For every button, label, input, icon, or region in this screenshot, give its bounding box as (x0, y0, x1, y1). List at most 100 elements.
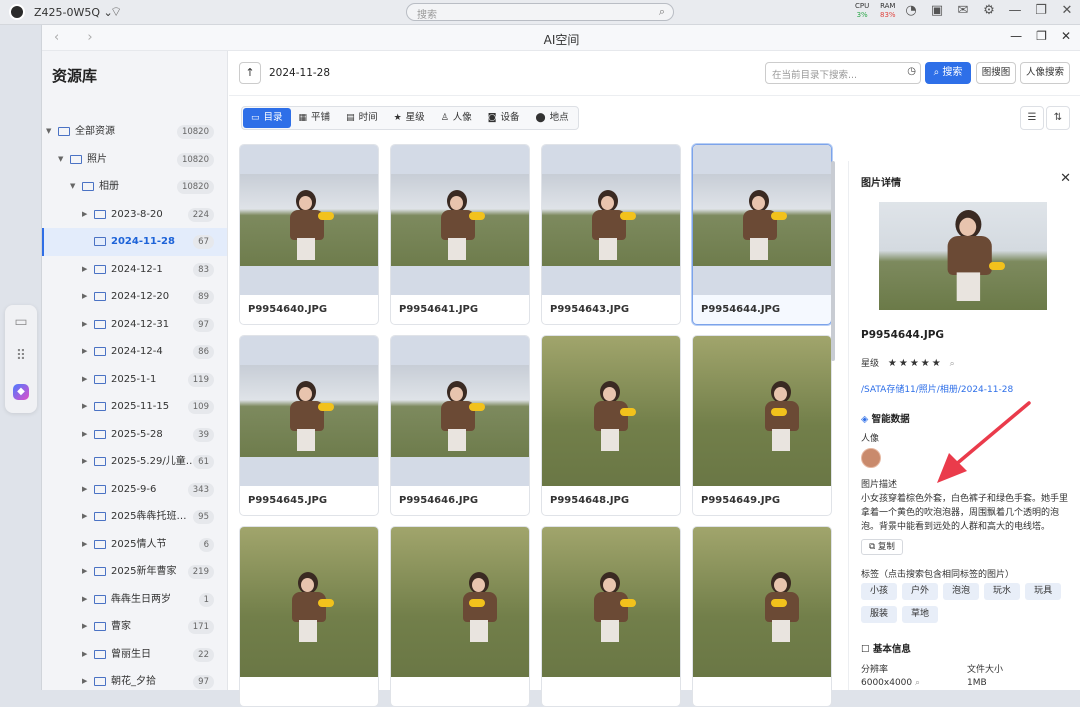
sidebar-item[interactable]: ▶ 2024-12-31 97 (42, 311, 227, 339)
expand-arrow-icon[interactable]: ▶ (82, 393, 87, 421)
window-close-icon[interactable]: ✕ (1061, 29, 1071, 43)
tag-chip[interactable]: 玩具 (1025, 583, 1062, 600)
grid-scrollbar[interactable] (831, 161, 835, 361)
photo-card[interactable]: P9954649.JPG (692, 335, 832, 516)
minimize-icon[interactable]: — (1002, 3, 1028, 18)
window-restore-icon[interactable]: ❐ (1036, 29, 1047, 43)
filter-icon[interactable]: ☰ (1020, 106, 1044, 130)
photo-card[interactable]: P9954645.JPG (239, 335, 379, 516)
photo-card[interactable] (692, 526, 832, 707)
sidebar-item[interactable]: ▶ 2025新年曹家 219 (42, 558, 227, 586)
history-clock-icon[interactable]: ◷ (907, 66, 916, 77)
expand-arrow-icon[interactable]: ▶ (82, 531, 87, 559)
photo-card[interactable]: P9954648.JPG (541, 335, 681, 516)
tag-chip[interactable]: 小孩 (861, 583, 898, 600)
expand-arrow-icon[interactable]: ▶ (82, 311, 87, 339)
restore-icon[interactable]: ❐ (1028, 3, 1054, 18)
sidebar-item[interactable]: ▶ 2025-5-28 39 (42, 421, 227, 449)
tag-chip[interactable]: 户外 (902, 583, 939, 600)
expand-arrow-icon[interactable]: ▶ (82, 503, 87, 531)
tab-camera[interactable]: ◙ 设备 (480, 108, 528, 128)
expand-arrow-icon[interactable]: ▶ (82, 421, 87, 449)
tab-person[interactable]: ♙ 人像 (433, 108, 480, 128)
sidebar-item[interactable]: 2024-11-28 67 (42, 228, 227, 256)
percent-icon[interactable]: ▣ (924, 3, 950, 18)
sidebar-item[interactable]: ▶ 朝花_夕拾 97 (42, 668, 227, 690)
close-icon[interactable]: ✕ (1054, 3, 1080, 18)
sidebar-item[interactable]: ▼ 照片 10820 (42, 146, 227, 174)
expand-arrow-icon[interactable]: ▶ (82, 558, 87, 586)
directory-search-input[interactable]: 在当前目录下搜索... ◷ (765, 62, 921, 84)
expand-arrow-icon[interactable]: ▶ (82, 641, 87, 669)
expand-arrow-icon[interactable]: ▶ (82, 613, 87, 641)
rating-search-icon[interactable]: ⌕ (950, 359, 955, 369)
photo-card[interactable]: P9954643.JPG (541, 144, 681, 325)
sidebar-item[interactable]: ▼ 全部资源 10820 (42, 118, 227, 146)
file-path-link[interactable]: /SATA存储11/照片/相册/2024-11-28 (861, 382, 1013, 395)
sidebar-item[interactable]: ▶ 2025-5.29/儿童节... 61 (42, 448, 227, 476)
tab-star[interactable]: ★ 星级 (386, 108, 433, 128)
sidebar-item[interactable]: ▶ 2024-12-20 89 (42, 283, 227, 311)
expand-arrow-icon[interactable]: ▶ (82, 586, 87, 614)
tab-grid[interactable]: ▦ 平铺 (291, 108, 339, 128)
sidebar-item[interactable]: ▶ 2025-1-1 119 (42, 366, 227, 394)
user-avatar[interactable] (9, 4, 25, 20)
sidebar-item[interactable]: ▶ 2025犇犇托班开学 95 (42, 503, 227, 531)
sidebar-item[interactable]: ▶ 2025-11-15 109 (42, 393, 227, 421)
tab-folder[interactable]: ▭ 目录 (243, 108, 291, 128)
sidebar-item[interactable]: ▶ 曹家 171 (42, 613, 227, 641)
photo-card[interactable]: P9954640.JPG (239, 144, 379, 325)
wifi-icon[interactable]: ⌔ (110, 4, 122, 20)
sidebar-item[interactable]: ▶ 曾丽生日 22 (42, 641, 227, 669)
expand-arrow-icon[interactable]: ▶ (82, 283, 87, 311)
sidebar-item[interactable]: ▶ 2023-8-20 224 (42, 201, 227, 229)
expand-arrow-icon[interactable]: ▶ (82, 448, 87, 476)
gear-icon[interactable]: ⚙ (976, 3, 1002, 18)
tag-chip[interactable]: 泡泡 (943, 583, 980, 600)
expand-arrow-icon[interactable]: ▶ (82, 366, 87, 394)
photo-card[interactable] (239, 526, 379, 707)
image-search-button[interactable]: 图搜图 (976, 62, 1016, 84)
search-button[interactable]: ⌕ 搜索 (925, 62, 971, 84)
tab-calendar[interactable]: ▤ 时间 (338, 108, 386, 128)
checkbox-icon[interactable]: ☐ (861, 644, 870, 655)
apps-grid-icon[interactable]: ⠿ (5, 339, 37, 373)
tag-chip[interactable]: 服装 (861, 606, 898, 623)
collapse-arrow-icon[interactable]: ▼ (58, 146, 63, 174)
window-minimize-icon[interactable]: — (1010, 29, 1022, 43)
sidebar-item[interactable]: ▶ 2025-9-6 343 (42, 476, 227, 504)
tag-chip[interactable]: 草地 (902, 606, 939, 623)
resolution-search-icon[interactable]: ⌕ (915, 678, 920, 688)
sidebar-item[interactable]: ▶ 犇犇生日两岁 1 (42, 586, 227, 614)
ai-space-app-icon[interactable]: ◆ (5, 373, 37, 407)
sidebar-item[interactable]: ▶ 2024-12-1 83 (42, 256, 227, 284)
photo-card[interactable] (390, 526, 530, 707)
photo-card[interactable]: P9954646.JPG (390, 335, 530, 516)
parent-folder-button[interactable]: ↑ (239, 62, 261, 84)
expand-arrow-icon[interactable]: ▶ (82, 256, 87, 284)
photo-card[interactable]: P9954641.JPG (390, 144, 530, 325)
expand-arrow-icon[interactable]: ▶ (82, 668, 87, 690)
person-face-avatar[interactable] (861, 448, 881, 468)
photo-card[interactable]: P9954644.JPG (692, 144, 832, 325)
tag-chip[interactable]: 玩水 (984, 583, 1021, 600)
detail-close-icon[interactable]: ✕ (1060, 171, 1071, 186)
expand-arrow-icon[interactable]: ▶ (82, 338, 87, 366)
sidebar-item[interactable]: ▼ 相册 10820 (42, 173, 227, 201)
sort-icon[interactable]: ⇅ (1046, 106, 1070, 130)
rating-stars[interactable]: ★★★★★ (888, 358, 943, 369)
expand-arrow-icon[interactable]: ▶ (82, 476, 87, 504)
sidebar-item[interactable]: ▶ 2024-12-4 86 (42, 338, 227, 366)
photo-card[interactable] (541, 526, 681, 707)
detail-preview-image[interactable] (879, 202, 1047, 310)
tab-location[interactable]: ⬤ 地点 (528, 108, 577, 128)
mail-icon[interactable]: ✉ (950, 3, 976, 18)
collapse-arrow-icon[interactable]: ▼ (70, 173, 75, 201)
global-search-input[interactable]: 搜索 ⌕ (406, 3, 674, 21)
person-search-button[interactable]: 人像搜索 (1020, 62, 1070, 84)
desktop-icon[interactable]: ▭ (5, 305, 37, 339)
copy-button[interactable]: ⧉ 复制 (861, 539, 903, 555)
sidebar-item[interactable]: ▶ 2025情人节 6 (42, 531, 227, 559)
collapse-arrow-icon[interactable]: ▼ (46, 118, 51, 146)
expand-arrow-icon[interactable]: ▶ (82, 201, 87, 229)
